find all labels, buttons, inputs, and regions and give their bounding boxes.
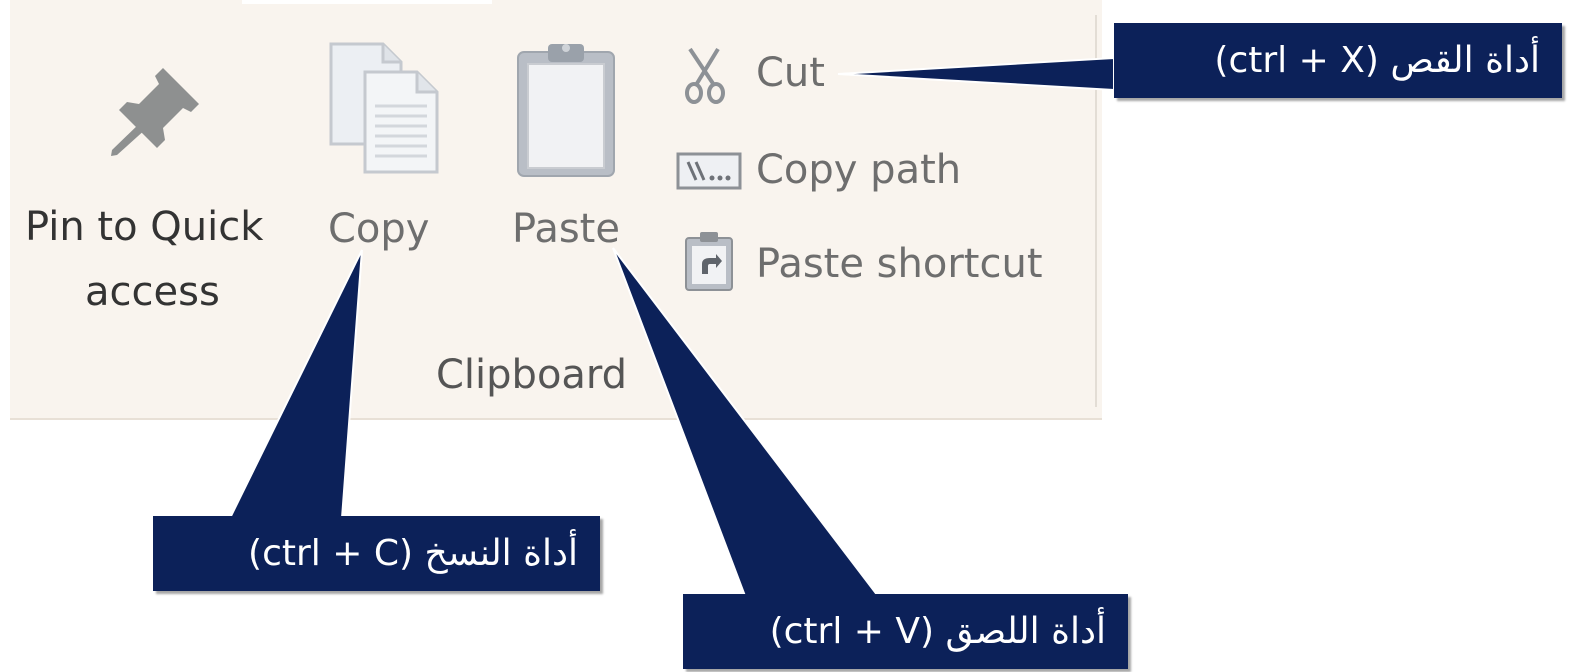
copy-callout-pointer bbox=[228, 249, 363, 519]
cut-callout-text: أداة القص (ctrl + X) bbox=[1214, 39, 1540, 81]
copy-callout: أداة النسخ (ctrl + C) bbox=[153, 516, 600, 591]
cut-callout: أداة القص (ctrl + X) bbox=[1114, 23, 1562, 98]
paste-callout-pointer bbox=[612, 247, 881, 597]
paste-callout-text: أداة اللصق (ctrl + V) bbox=[769, 610, 1106, 652]
copy-callout-text: أداة النسخ (ctrl + C) bbox=[248, 532, 578, 574]
cut-callout-pointer bbox=[837, 56, 1115, 92]
paste-callout: أداة اللصق (ctrl + V) bbox=[683, 594, 1128, 669]
